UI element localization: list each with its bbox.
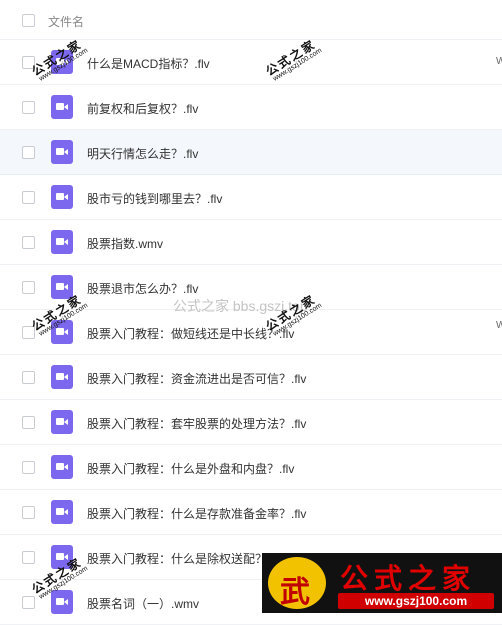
edge-watermark-mark: W	[496, 320, 502, 331]
file-name[interactable]: 前复权和后复权？.flv	[87, 100, 198, 117]
file-name[interactable]: 股票入门教程：做短线还是中长线？.flv	[87, 325, 294, 342]
file-row[interactable]: 股票入门教程：资金流进出是否可信？.flv	[0, 355, 502, 400]
file-row[interactable]: 股票入门教程：什么是存款准备金率？.flv	[0, 490, 502, 535]
row-checkbox[interactable]	[22, 416, 35, 429]
row-checkbox[interactable]	[22, 281, 35, 294]
row-checkbox[interactable]	[22, 146, 35, 159]
row-checkbox[interactable]	[22, 56, 35, 69]
file-row[interactable]: 前复权和后复权？.flv	[0, 85, 502, 130]
column-title-filename[interactable]: 文件名	[48, 13, 84, 30]
file-name[interactable]: 股市亏的钱到哪里去？.flv	[87, 190, 222, 207]
video-file-icon	[51, 365, 73, 389]
file-row[interactable]: 股票入门教程：套牢股票的处理方法？.flv	[0, 400, 502, 445]
row-checkbox[interactable]	[22, 596, 35, 609]
file-row[interactable]: 什么是MACD指标？.flv	[0, 40, 502, 85]
row-checkbox[interactable]	[22, 191, 35, 204]
logo-url-text: www.gszj100.com	[364, 594, 468, 608]
logo-url-box: www.gszj100.com	[338, 593, 494, 609]
select-all-checkbox[interactable]	[22, 14, 35, 27]
row-checkbox[interactable]	[22, 326, 35, 339]
file-row[interactable]: 股票入门教程：什么是外盘和内盘？.flv	[0, 445, 502, 490]
video-file-icon	[51, 545, 73, 569]
site-logo: 武 公式之家 www.gszj100.com	[262, 553, 502, 613]
video-file-icon	[51, 95, 73, 119]
row-checkbox[interactable]	[22, 101, 35, 114]
video-file-icon	[51, 590, 73, 614]
video-file-icon	[51, 410, 73, 434]
file-name[interactable]: 股票名词（一）.wmv	[87, 595, 199, 612]
video-file-icon	[51, 185, 73, 209]
logo-badge-icon: 武	[268, 557, 326, 609]
file-row[interactable]: 股票入门教程：做短线还是中长线？.flv	[0, 310, 502, 355]
row-checkbox[interactable]	[22, 461, 35, 474]
video-file-icon	[51, 50, 73, 74]
file-name[interactable]: 股票指数.wmv	[87, 235, 163, 252]
file-list-header: 文件名	[0, 0, 502, 40]
file-name[interactable]: 什么是MACD指标？.flv	[87, 55, 210, 72]
file-name[interactable]: 股票入门教程：什么是除权送配？.flv	[87, 550, 282, 567]
video-file-icon	[51, 320, 73, 344]
file-name[interactable]: 股票入门教程：什么是外盘和内盘？.flv	[87, 460, 294, 477]
file-name[interactable]: 股票入门教程：套牢股票的处理方法？.flv	[87, 415, 306, 432]
edge-watermark-mark: W	[496, 56, 502, 67]
file-list: 什么是MACD指标？.flv 前复权和后复权？.flv 明天行情怎么走？.flv 股市…	[0, 40, 502, 625]
file-name[interactable]: 明天行情怎么走？.flv	[87, 145, 198, 162]
video-file-icon	[51, 455, 73, 479]
file-row[interactable]: 股票退市怎么办？.flv	[0, 265, 502, 310]
video-file-icon	[51, 140, 73, 164]
file-row[interactable]: 股市亏的钱到哪里去？.flv	[0, 175, 502, 220]
file-name[interactable]: 股票退市怎么办？.flv	[87, 280, 198, 297]
file-name[interactable]: 股票入门教程：资金流进出是否可信？.flv	[87, 370, 306, 387]
file-row[interactable]: 明天行情怎么走？.flv	[0, 130, 502, 175]
row-checkbox[interactable]	[22, 236, 35, 249]
row-checkbox[interactable]	[22, 506, 35, 519]
video-file-icon	[51, 500, 73, 524]
row-checkbox[interactable]	[22, 551, 35, 564]
file-row[interactable]: 股票指数.wmv	[0, 220, 502, 265]
row-checkbox[interactable]	[22, 371, 35, 384]
logo-brand-text: 公式之家	[340, 562, 477, 595]
file-name[interactable]: 股票入门教程：什么是存款准备金率？.flv	[87, 505, 306, 522]
video-file-icon	[51, 275, 73, 299]
video-file-icon	[51, 230, 73, 254]
